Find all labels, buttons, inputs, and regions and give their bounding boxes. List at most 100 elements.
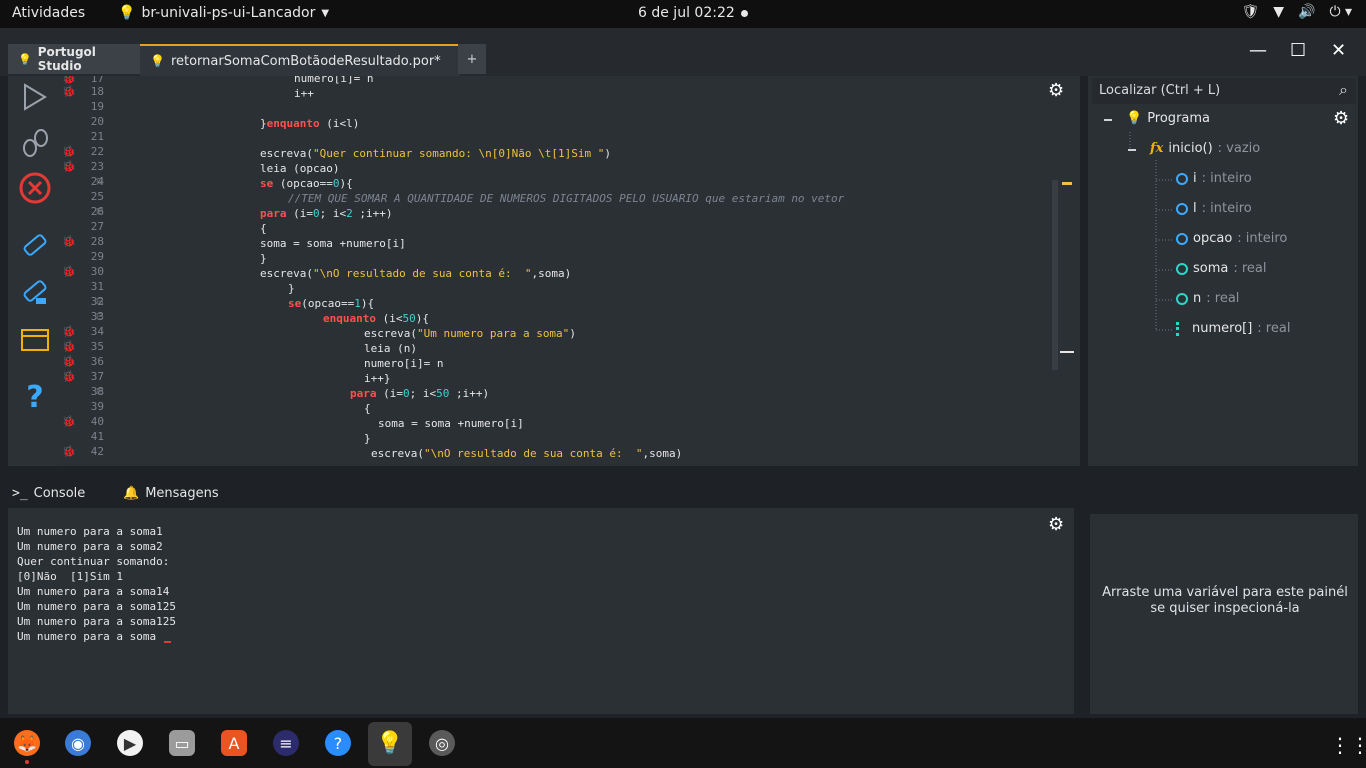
video-player-icon[interactable]: ▶ [117, 730, 143, 756]
tree-item-variable[interactable]: n : real [1176, 291, 1239, 306]
console-line: Um numero para a soma14 [17, 585, 170, 598]
activities-button[interactable]: Atividades [12, 5, 85, 21]
bug-icon[interactable]: 🐞 [62, 415, 76, 428]
maximize-icon[interactable]: ☐ [1290, 40, 1306, 61]
tab-home[interactable]: 💡 Portugol Studio [8, 44, 146, 74]
close-window-icon[interactable]: ✕ [1331, 40, 1346, 61]
code-line: }enquanto (i<l) [260, 117, 360, 130]
console-line: [0]Não [1]Sim 1 [17, 570, 123, 583]
code-line: escreva("Quer continuar somando: \n[0]Nã… [260, 147, 612, 160]
eclipse-icon[interactable]: ≡ [273, 730, 299, 756]
code-line: soma = soma +numero[i] [378, 417, 524, 430]
search-placeholder: Localizar (Ctrl + L) [1099, 83, 1221, 98]
bug-icon[interactable]: 🐞 [62, 370, 76, 383]
help-icon[interactable]: ? [325, 730, 351, 756]
bug-icon[interactable]: 🐞 [62, 160, 76, 173]
tree-type: : inteiro [1201, 201, 1252, 216]
bug-icon[interactable]: 🐞 [62, 445, 76, 458]
bug-icon[interactable]: 🐞 [62, 145, 76, 158]
line-number: 27 [90, 220, 104, 233]
console-line: Um numero para a soma1 [17, 525, 163, 538]
power-icon[interactable]: ⏻ ▾ [1329, 4, 1352, 20]
disk-icon[interactable]: ◎ [429, 730, 455, 756]
save-button[interactable] [18, 228, 52, 262]
fold-icon[interactable]: ⊟ [96, 387, 104, 397]
firefox-icon[interactable]: 🦊 [14, 730, 40, 756]
tree-item-variable[interactable]: opcao : inteiro [1176, 231, 1287, 246]
editor-scrollbar[interactable] [1052, 180, 1058, 370]
console-line: Um numero para a soma125 [17, 600, 176, 613]
function-icon: fx [1150, 141, 1164, 156]
minimize-icon[interactable]: — [1249, 40, 1267, 61]
tree-label: opcao [1193, 231, 1233, 246]
code-line: escreva("Um numero para a soma") [364, 327, 576, 340]
console-line: Um numero para a soma125 [17, 615, 176, 628]
tab-label: retornarSomaComBotãodeResultado.por* [170, 53, 441, 69]
lightbulb-icon[interactable]: 💡 [376, 730, 403, 756]
software-center-icon[interactable]: A [221, 730, 247, 756]
shield-icon[interactable]: 🛡 [1241, 4, 1259, 20]
save-as-button[interactable] [18, 276, 52, 310]
variable-icon [1176, 292, 1188, 305]
system-top-bar: Atividades 💡 br-univali-ps-ui-Lancador ▼… [0, 0, 1366, 28]
code-line: para (i=0; i<50 ;i++) [350, 387, 490, 400]
bug-icon[interactable]: 🐞 [62, 325, 76, 338]
files-icon[interactable]: ▭ [169, 730, 195, 756]
system-tray[interactable]: 🛡 ▼ 🔊 ⏻ ▾ [1241, 4, 1352, 20]
warning-marker[interactable] [1062, 182, 1072, 185]
app-grid-icon[interactable]: ⋮⋮⋮ [1330, 733, 1366, 757]
run-button[interactable] [18, 80, 52, 114]
tree-item-variable[interactable]: soma : real [1176, 261, 1267, 276]
folder-icon [21, 329, 49, 351]
tab-messages[interactable]: 🔔 Mensagens [123, 478, 219, 508]
line-number: 21 [90, 130, 104, 143]
fold-icon[interactable]: ⊟ [96, 177, 104, 187]
fold-icon[interactable]: ⊟ [96, 312, 104, 322]
gear-icon[interactable]: ⚙ [1048, 80, 1064, 101]
console-line: Quer continuar somando: [17, 555, 170, 568]
bug-icon[interactable]: 🐞 [62, 85, 76, 98]
chromium-icon[interactable]: ◉ [65, 730, 91, 756]
wifi-icon[interactable]: ▼ [1273, 4, 1284, 20]
bug-icon[interactable]: 🐞 [62, 355, 76, 368]
tree-type: : real [1257, 321, 1291, 336]
bug-icon[interactable]: 🐞 [62, 235, 76, 248]
code-line: { [364, 402, 371, 415]
tree-item-variable[interactable]: l : inteiro [1176, 201, 1252, 216]
gear-icon[interactable]: ⚙ [1048, 514, 1064, 535]
app-menu[interactable]: 💡 br-univali-ps-ui-Lancador ▼ [118, 5, 329, 21]
tree-item-variable[interactable]: numero[] : real [1176, 321, 1290, 336]
code-editor[interactable]: 17 18 19 20 21 22 23 24 25 26 27 28 29 3… [60, 76, 1080, 466]
volume-icon[interactable]: 🔊 [1298, 4, 1315, 20]
bug-icon[interactable]: 🐞 [62, 76, 76, 85]
open-file-button[interactable] [18, 322, 52, 356]
search-icon[interactable]: ⌕ [1339, 80, 1348, 100]
bug-icon[interactable]: 🐞 [62, 265, 76, 278]
code-line: } [260, 252, 267, 265]
line-number: 19 [90, 100, 104, 113]
help-button[interactable]: ? [18, 380, 52, 415]
tab-console[interactable]: >_ Console [12, 478, 85, 508]
line-number: 39 [90, 400, 104, 413]
add-tab-button[interactable]: + [458, 44, 486, 74]
gear-icon[interactable]: ⚙ [1333, 108, 1349, 129]
code-line: escreva("\nO resultado de sua conta é: "… [371, 447, 683, 460]
code-line: se (opcao==0){ [260, 177, 353, 190]
fold-icon[interactable]: ⊟ [96, 207, 104, 217]
bug-icon[interactable]: 🐞 [62, 340, 76, 353]
clock[interactable]: 6 de jul 02:22 [638, 5, 735, 21]
tree-item-programa[interactable]: 💡 Programa [1126, 111, 1210, 126]
search-field[interactable]: Localizar (Ctrl + L) ⌕ [1092, 78, 1356, 104]
cursor-marker [1060, 351, 1074, 353]
line-number: 22 [90, 145, 104, 158]
lightbulb-icon: 💡 [1126, 111, 1143, 126]
stop-button[interactable] [18, 171, 52, 205]
debug-step-button[interactable] [18, 126, 52, 160]
variable-icon [1176, 262, 1188, 275]
line-number: 35 [90, 340, 104, 353]
tree-item-variable[interactable]: i : inteiro [1176, 171, 1252, 186]
tab-file[interactable]: 💡 retornarSomaComBotãodeResultado.por* [140, 44, 460, 76]
code-line: } [288, 282, 295, 295]
tree-item-function[interactable]: fx inicio() : vazio [1150, 141, 1260, 156]
fold-icon[interactable]: ⊟ [96, 297, 104, 307]
